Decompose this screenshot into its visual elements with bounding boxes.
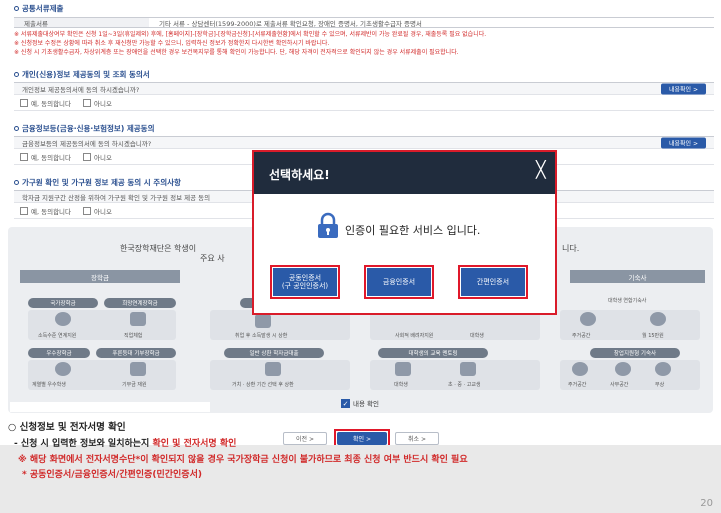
doc-submit-value: 기타 서류 - 상담센터(1599-2000)로 제출서류 확인요청, 장애인 …: [159, 19, 422, 28]
notice-3: ※ 신청 시 기초생활수급자, 차상위계층 또는 장애인을 선택한 경우 보건복…: [14, 49, 459, 56]
joint-cert-highlight: [270, 265, 340, 299]
label-social: 사회적 배려자지원: [395, 333, 434, 339]
label-student-1: 대학생: [470, 333, 484, 339]
label-school: 초 · 중 · 고교생: [448, 382, 481, 388]
privacy-content-button[interactable]: 내용확인 >: [660, 83, 706, 94]
notice-1: ※ 서류제출대상여부 확인은 신청 1일~3일(휴일제외) 후에, [홈페이지]…: [14, 31, 487, 38]
description-line3: * 공동인증서/금융인증서/간편인증(민간인증서): [22, 470, 202, 480]
finance-yes-checkbox[interactable]: [20, 153, 28, 161]
free-icon: [655, 362, 671, 376]
check-icon: ✓: [341, 398, 350, 408]
label-student-2: 대학생: [394, 382, 408, 388]
house-icon: [580, 312, 596, 326]
notice-2: ※ 신청정보 수정은 상황에 따라 취소 후 재신청만 가능할 수 있으니, 입…: [14, 40, 330, 47]
finance-question-row: 금융정보등의 제공동의서에 동의 하시겠습니까? 내용확인 >: [14, 136, 714, 149]
bullet-icon: [14, 72, 19, 77]
page-number: 20: [700, 498, 713, 509]
office-icon: [615, 362, 631, 376]
finance-title: 금융정보등(금융·신용·보험정보) 제공동의: [14, 123, 154, 134]
cancel-button[interactable]: 취소 >: [395, 432, 439, 445]
auth-modal-message: 인증이 필요한 서비스 입니다.: [345, 224, 481, 237]
pill-startup-dorm: 창업지원형 기숙사: [590, 348, 680, 358]
label-grace: 거치 · 상환 기간 선택 후 상환: [232, 382, 294, 388]
close-icon[interactable]: ╳: [536, 162, 546, 178]
pill-mentoring: 대학생의 교육 멘토링: [378, 348, 488, 358]
won-icon: [650, 312, 666, 326]
calendar-icon: [255, 314, 271, 328]
lock-icon: [318, 212, 338, 238]
simple-cert-highlight: [458, 265, 528, 299]
bullet-icon: [14, 180, 19, 185]
people-icon: [395, 362, 411, 376]
description-heading: ○ 신청정보 및 전자서명 확인: [8, 422, 126, 433]
finance-no-checkbox[interactable]: [83, 153, 92, 161]
panel-footer-bar: [10, 402, 210, 412]
col-scholarship: 장학금: [20, 270, 180, 283]
finance-cert-highlight: [364, 265, 434, 299]
label-free: 무상: [655, 382, 665, 388]
briefcase-icon: [130, 312, 146, 326]
description-line2: ※ 해당 화면에서 전자서명수단*이 확인되지 않을 경우 국가장학금 신청이 …: [18, 455, 468, 465]
auth-modal-title: 선택하세요!: [269, 168, 330, 182]
label-income: 소득수준 연계지원: [38, 333, 77, 339]
panel-title-left: 한국장학재단은 학생이: [120, 244, 197, 253]
medal-icon: [55, 362, 71, 376]
label-monthly: 월 15만원: [642, 333, 664, 339]
privacy-answer-row: 예, 동의합니다 아니오: [14, 96, 714, 111]
pill-national: 국가장학금: [28, 298, 98, 308]
household-no-checkbox[interactable]: [83, 207, 92, 215]
pill-hope: 희망연계장학금: [104, 298, 176, 308]
pill-merit: 우수장학금: [28, 348, 90, 358]
col-dormitory: 기숙사: [570, 270, 705, 283]
label-union-dorm: 대학생 연합기숙사: [608, 298, 647, 304]
household-title: 가구원 확인 및 가구원 정보 제공 동의 시 주의사항: [14, 177, 181, 188]
pill-donation: 푸른등대 기부장학금: [96, 348, 176, 358]
label-repay-income: 취업 후 소득발생 시 상환: [235, 333, 288, 339]
panel-title-right: 니다.: [562, 244, 580, 253]
panel-subtitle: 주요 사: [200, 254, 225, 263]
label-job: 직업체험: [124, 333, 143, 339]
bullet-icon: [14, 6, 19, 11]
label-housing-1: 주거공간: [572, 333, 591, 339]
clock-icon: [265, 362, 281, 376]
label-donation: 기부금 재원: [122, 382, 147, 388]
prev-button[interactable]: 이전 >: [283, 432, 327, 445]
coin-icon: [55, 312, 71, 326]
finance-content-button[interactable]: 내용확인 >: [660, 137, 706, 148]
privacy-no-checkbox[interactable]: [83, 99, 92, 107]
doc-submit-title: 공통서류제출: [14, 3, 63, 14]
pill-general-loan: 일반 상환 학자금대출: [224, 348, 324, 358]
doc-submit-label: 제출서류: [14, 18, 149, 28]
description-line1: - 신청 시 입력한 정보와 일치하는지 확인 및 전자서명 확인: [14, 439, 237, 449]
label-merit: 계열별 우수학생: [32, 382, 66, 388]
privacy-question-row: 개인정보 제공동의서에 동의 하시겠습니까? 내용확인 >: [14, 82, 714, 95]
building-icon: [572, 362, 588, 376]
household-yes-checkbox[interactable]: [20, 207, 28, 215]
privacy-yes-checkbox[interactable]: [20, 99, 28, 107]
label-office: 사무공간: [610, 382, 629, 388]
doc-submit-table: 제출서류 기타 서류 - 상담센터(1599-2000)로 제출서류 확인요청,…: [14, 17, 714, 28]
student-icon: [460, 362, 476, 376]
label-housing-2: 주거공간: [568, 382, 587, 388]
gift-icon: [130, 362, 146, 376]
agree-content-check[interactable]: ✓ 내용 확인: [341, 398, 379, 408]
bullet-icon: [14, 126, 19, 131]
privacy-title: 개인(신용)정보 제공동의 및 조회 동의서: [14, 69, 150, 80]
